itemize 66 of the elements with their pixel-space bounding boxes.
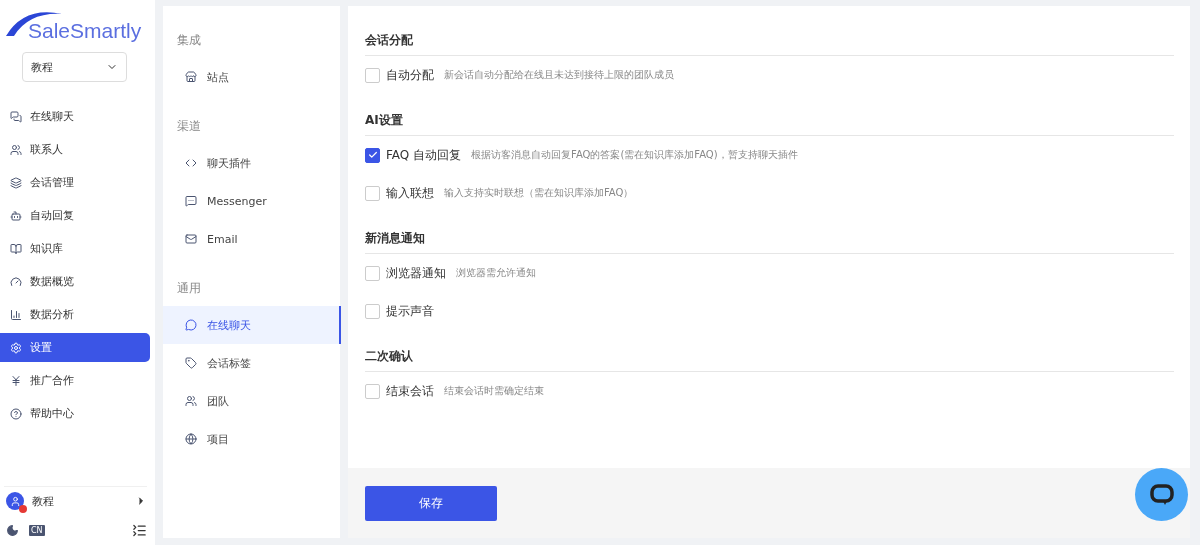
nav-item[interactable]: 数据分析 [0,300,150,329]
logo: SaleSmartly [28,18,142,44]
nav-icon [10,242,22,255]
nav-item[interactable]: 设置 [0,333,150,362]
nav-icon [10,209,22,222]
nav-item[interactable]: 自动回复 [0,201,150,230]
menu-item[interactable]: Messenger [163,182,341,220]
menu-icon [185,71,197,83]
menu-icon [185,395,197,407]
option-description: 浏览器需允许通知 [456,266,536,280]
nav-item[interactable]: 知识库 [0,234,150,263]
nav-icon [10,407,22,420]
menu-icon [185,319,197,331]
option-description: 输入支持实时联想（需在知识库添加FAQ） [444,186,634,200]
option-label: FAQ 自动回复 [386,146,462,164]
menu-item[interactable]: 在线聊天 [163,306,341,344]
nav-icon [10,275,22,288]
option-label: 输入联想 [386,184,434,202]
language-badge[interactable]: CN [29,524,45,536]
option-description: 结束会话时需确定结束 [444,384,544,398]
workspace-select[interactable]: 教程 [22,52,127,82]
menu-icon [185,233,197,245]
user-name[interactable]: 教程 [32,493,127,509]
menu-icon [185,195,197,207]
option-label: 结束会话 [386,382,434,400]
nav-icon [10,341,22,354]
save-button[interactable]: 保存 [365,485,497,521]
check-icon [367,150,378,160]
group-title: 通用 [176,280,202,297]
section-title: AI设置 [365,100,1174,136]
nav-icon [10,374,22,387]
checkbox[interactable] [365,147,380,163]
collapse-icon[interactable] [132,522,147,538]
nav-icon [10,176,22,189]
group-title: 渠道 [176,118,202,135]
menu-item[interactable]: 团队 [163,382,341,420]
chat-bubble-icon [1148,482,1175,507]
nav-item[interactable]: 在线聊天 [0,102,150,131]
menu-icon [185,433,197,445]
nav-item[interactable]: 推广合作 [0,366,150,395]
nav-item[interactable]: 会话管理 [0,168,150,197]
group-title: 集成 [176,32,202,49]
section-title: 二次确认 [365,336,1174,372]
option-description: 新会话自动分配给在线且未达到接待上限的团队成员 [444,68,674,82]
option-label: 自动分配 [386,66,434,84]
menu-icon [185,357,197,369]
menu-item[interactable]: 站点 [163,58,341,96]
nav-item[interactable]: 帮助中心 [0,399,150,428]
section-title: 会话分配 [365,20,1174,56]
nav-icon [10,143,22,156]
option-description: 根据访客消息自动回复FAQ的答案(需在知识库添加FAQ)，暂支持聊天插件 [471,148,798,162]
option-label: 浏览器通知 [386,264,446,282]
menu-icon [185,157,197,169]
menu-item[interactable]: 会话标签 [163,344,341,382]
chat-fab-button[interactable] [1135,468,1188,521]
nav-item[interactable]: 联系人 [0,135,150,164]
menu-item[interactable]: 聊天插件 [163,144,341,182]
nav-item[interactable]: 数据概览 [0,267,150,296]
nav-icon [10,308,22,321]
avatar-icon[interactable] [6,492,24,510]
nav-icon [10,110,22,123]
menu-item[interactable]: Email [163,220,341,258]
section-title: 新消息通知 [365,218,1174,254]
option-label: 提示声音 [386,302,434,320]
moon-icon[interactable] [6,523,19,537]
menu-item[interactable]: 项目 [163,420,341,458]
